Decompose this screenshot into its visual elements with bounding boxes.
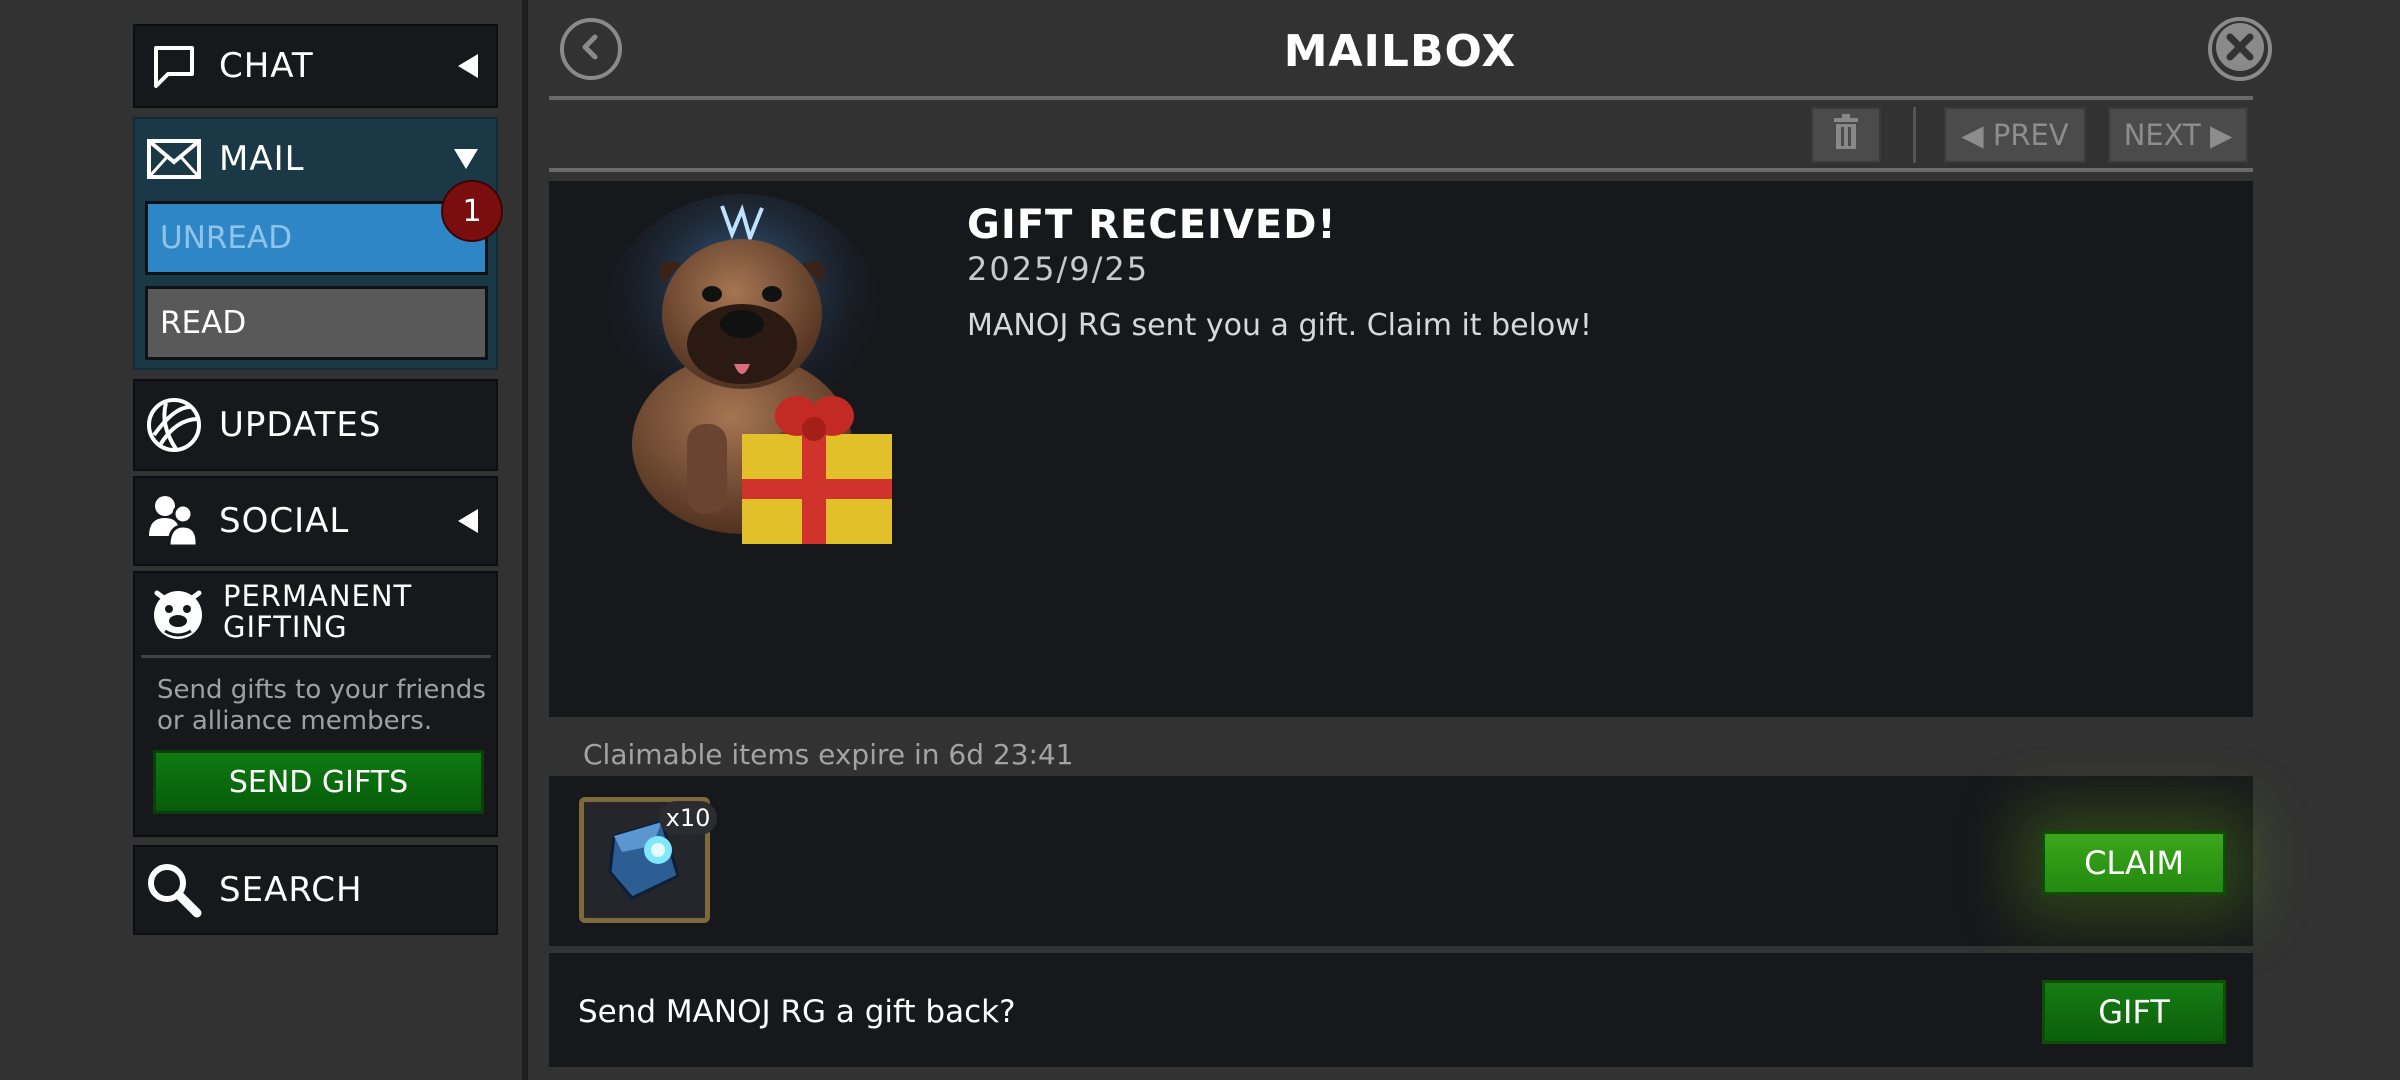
- message-body: MANOJ RG sent you a gift. Claim it below…: [967, 308, 1592, 343]
- mail-filter-read[interactable]: READ: [145, 286, 488, 360]
- sidebar-item-chat[interactable]: CHAT: [133, 24, 498, 108]
- prev-button[interactable]: ◀ PREV: [1944, 107, 2086, 163]
- magnifier-icon: [145, 861, 203, 919]
- globe-icon: [145, 396, 203, 454]
- expire-notice: Claimable items expire in 6d 23:41: [583, 738, 1074, 771]
- sidebar-item-updates[interactable]: UPDATES: [133, 379, 498, 471]
- sidebar-item-label: SOCIAL: [219, 501, 350, 541]
- message-title: GIFT RECEIVED!: [967, 202, 1337, 248]
- envelope-icon: [145, 130, 203, 188]
- gift-back-text: Send MANOJ RG a gift back?: [578, 994, 1016, 1030]
- sidebar-item-label: UPDATES: [219, 405, 382, 445]
- sidebar-item-search[interactable]: SEARCH: [133, 845, 498, 935]
- unread-count-badge: 1: [441, 180, 503, 242]
- sidebar-item-social[interactable]: SOCIAL: [133, 476, 498, 566]
- toolbar-divider: [549, 168, 2253, 172]
- close-icon: [2212, 19, 2268, 79]
- header-divider: [549, 96, 2253, 100]
- sidebar-item-label: SEARCH: [219, 870, 363, 910]
- chevron-left-icon: [577, 33, 605, 65]
- item-quantity: x10: [659, 801, 717, 835]
- chevron-down-icon: [454, 149, 478, 169]
- send-gifts-button[interactable]: SEND GIFTS: [153, 750, 484, 814]
- back-button[interactable]: [560, 18, 622, 80]
- bulldog-icon: [149, 583, 207, 645]
- next-button[interactable]: NEXT ▶: [2108, 107, 2248, 163]
- mail-filter-unread[interactable]: UNREAD: [145, 201, 488, 275]
- close-button[interactable]: [2208, 17, 2272, 81]
- toolbar-separator: [1913, 107, 1916, 163]
- people-icon: [145, 492, 203, 550]
- chevron-left-icon: [458, 54, 478, 78]
- delete-button[interactable]: [1811, 107, 1881, 163]
- divider: [141, 655, 491, 658]
- gifting-title: PERMANENT GIFTING: [223, 579, 413, 644]
- panel-divider: [522, 0, 528, 1080]
- gifting-description: Send gifts to your friends or alliance m…: [157, 675, 486, 736]
- mail-group: MAIL UNREAD READ: [133, 117, 498, 370]
- page-title: MAILBOX: [1283, 26, 1517, 77]
- sidebar-item-label: MAIL: [219, 139, 305, 179]
- gift-bulldog-image: [592, 194, 924, 546]
- chat-bubble-icon: [145, 37, 203, 95]
- claim-panel: [549, 776, 2253, 946]
- sidebar-item-mail[interactable]: MAIL: [135, 119, 496, 199]
- trash-icon: [1833, 113, 1859, 157]
- chevron-left-icon: [458, 509, 478, 533]
- permanent-gifting-panel: PERMANENT GIFTING Send gifts to your fri…: [133, 571, 498, 837]
- message-date: 2025/9/25: [967, 250, 1150, 288]
- sidebar-item-label: CHAT: [219, 46, 314, 86]
- claim-button[interactable]: CLAIM: [2042, 831, 2226, 895]
- gift-button[interactable]: GIFT: [2042, 980, 2226, 1044]
